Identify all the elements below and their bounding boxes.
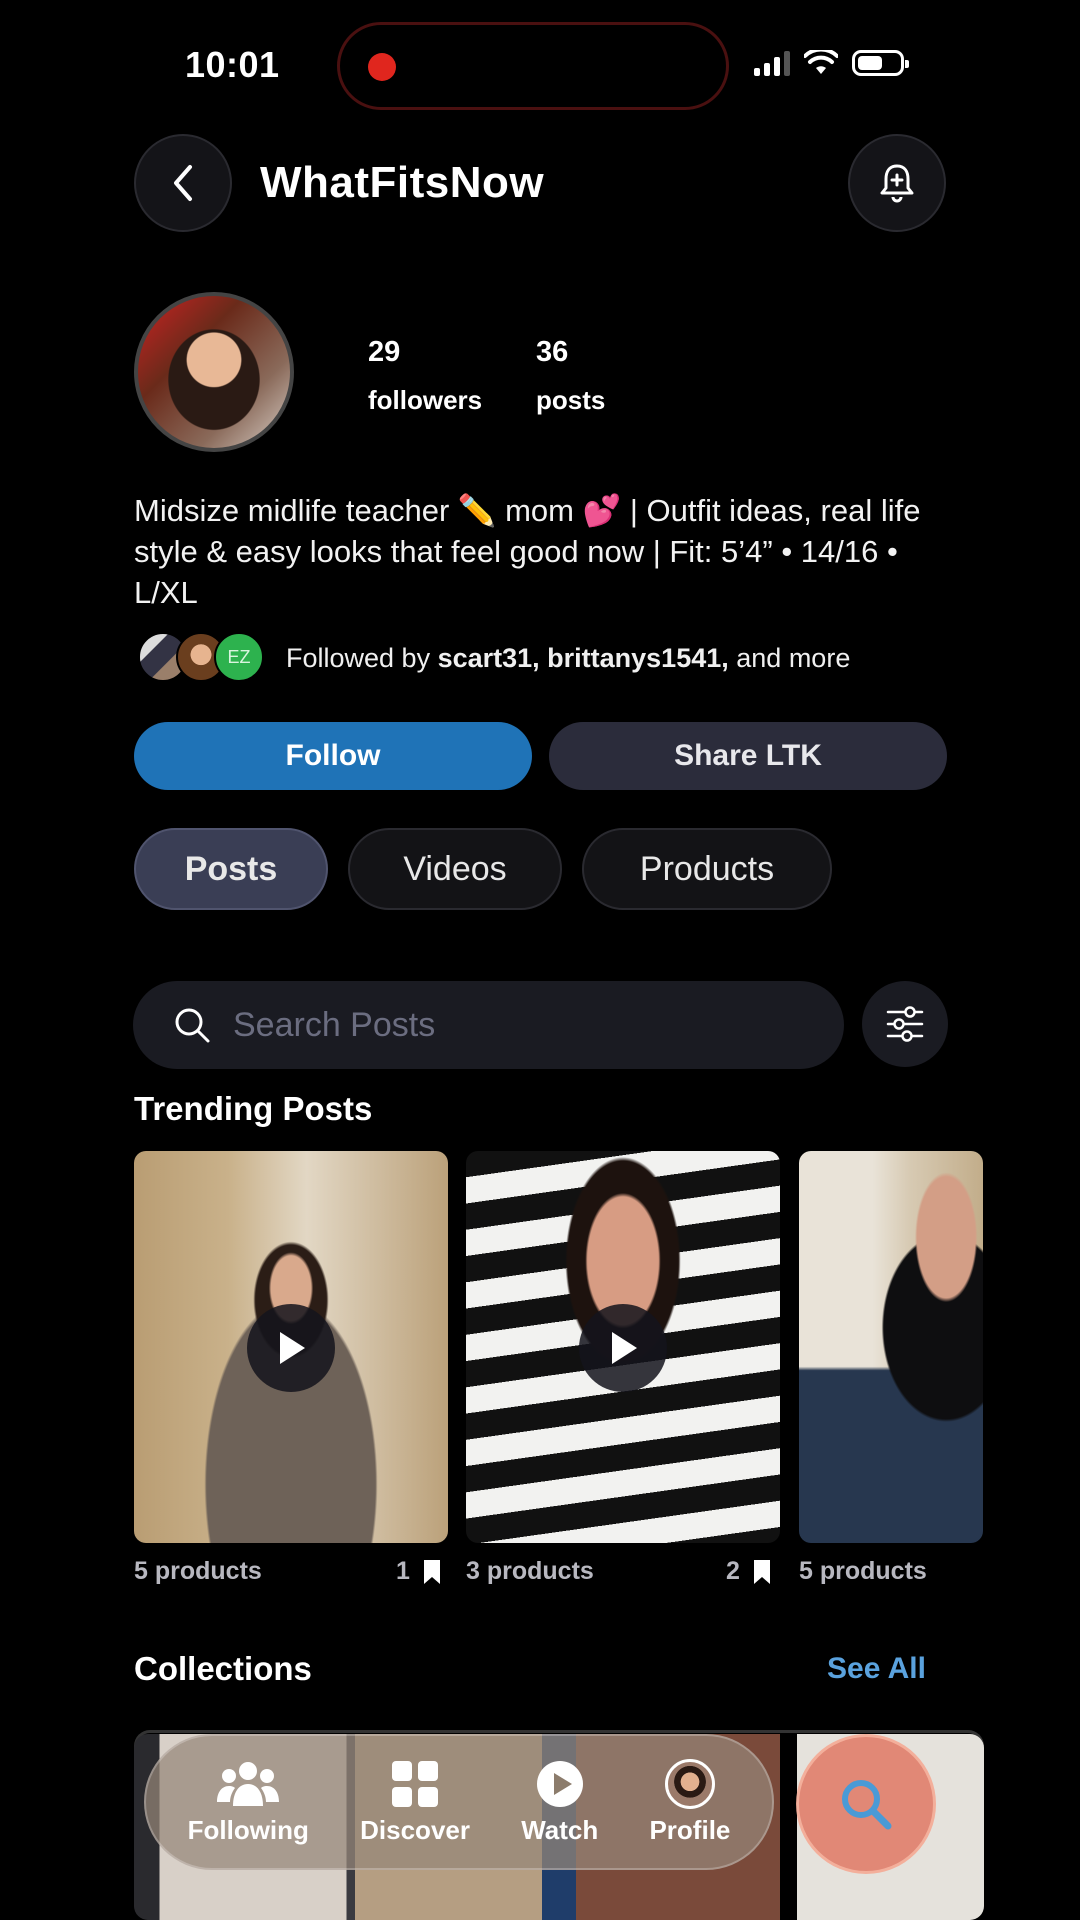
sliders-icon bbox=[886, 1006, 924, 1042]
cellular-signal-icon bbox=[754, 50, 790, 76]
wifi-icon bbox=[804, 50, 838, 74]
followers-count: 29 bbox=[368, 336, 401, 368]
play-icon bbox=[612, 1332, 637, 1364]
profile-bio: Midsize midlife teacher ✏️ mom 💕 | Outfi… bbox=[134, 493, 921, 610]
search-bar[interactable] bbox=[133, 981, 844, 1069]
follower-avatars: EZ bbox=[138, 632, 266, 684]
trending-post-card[interactable] bbox=[466, 1151, 780, 1543]
followed-by-names: scart31, brittanys1541, bbox=[437, 642, 729, 673]
chevron-left-icon bbox=[174, 165, 192, 201]
play-button[interactable] bbox=[579, 1304, 667, 1392]
tab-products[interactable]: Products bbox=[582, 828, 832, 910]
nav-discover[interactable]: Discover bbox=[360, 1759, 470, 1846]
status-time: 10:01 bbox=[185, 44, 280, 85]
bookmark-icon bbox=[423, 1559, 440, 1584]
dynamic-island bbox=[337, 22, 729, 110]
trending-post-card[interactable] bbox=[799, 1151, 983, 1543]
tab-posts[interactable]: Posts bbox=[134, 828, 328, 910]
bookmark-count: 2 bbox=[726, 1557, 740, 1585]
followed-by-prefix: Followed by bbox=[286, 642, 438, 673]
posts-count: 36 bbox=[536, 336, 569, 368]
search-input[interactable] bbox=[233, 1005, 793, 1045]
followed-by-suffix: and more bbox=[728, 642, 851, 673]
bookmark-count: 1 bbox=[396, 1557, 410, 1585]
search-icon bbox=[175, 1008, 210, 1043]
tab-videos[interactable]: Videos bbox=[348, 828, 562, 910]
follow-button[interactable]: Follow bbox=[134, 722, 532, 790]
trending-post-card[interactable] bbox=[134, 1151, 448, 1543]
collections-title: Collections bbox=[134, 1650, 312, 1687]
post-products-count: 5 products bbox=[134, 1557, 262, 1585]
bottom-nav: Following Discover Watch Profile bbox=[144, 1734, 774, 1870]
followed-by-row[interactable]: EZ Followed by scart31, brittanys1541, a… bbox=[138, 632, 850, 684]
play-circle-icon bbox=[536, 1760, 583, 1807]
bookmark-button[interactable]: 1 bbox=[396, 1557, 442, 1586]
back-button[interactable] bbox=[134, 134, 232, 232]
posts-stat[interactable]: 36 posts bbox=[536, 336, 605, 416]
nav-watch-label: Watch bbox=[521, 1814, 599, 1845]
profile-avatar[interactable] bbox=[134, 292, 294, 452]
followers-label: followers bbox=[368, 385, 483, 415]
page-title: WhatFitsNow bbox=[260, 158, 545, 207]
play-icon bbox=[280, 1332, 305, 1364]
nav-profile-label: Profile bbox=[649, 1814, 731, 1845]
followers-stat[interactable]: 29 followers bbox=[368, 336, 482, 416]
post-products-count: 3 products bbox=[466, 1557, 594, 1585]
avatar bbox=[664, 1758, 715, 1809]
bookmark-button[interactable]: 2 bbox=[726, 1557, 772, 1586]
status-icons bbox=[754, 50, 909, 76]
bookmark-icon bbox=[753, 1559, 770, 1584]
posts-label: posts bbox=[536, 385, 606, 415]
grid-icon bbox=[392, 1760, 439, 1807]
followed-by-text: Followed by scart31, brittanys1541, and … bbox=[286, 643, 850, 674]
avatar: EZ bbox=[214, 632, 264, 682]
recording-dot-icon bbox=[368, 53, 396, 81]
share-ltk-button[interactable]: Share LTK bbox=[549, 722, 947, 790]
post-products-count: 5 products bbox=[799, 1557, 927, 1585]
battery-icon bbox=[852, 50, 909, 76]
notify-button[interactable] bbox=[848, 134, 946, 232]
bell-plus-icon bbox=[880, 164, 914, 203]
nav-watch[interactable]: Watch bbox=[521, 1759, 598, 1846]
search-button[interactable] bbox=[796, 1734, 936, 1874]
trending-posts-title: Trending Posts bbox=[134, 1090, 373, 1127]
nav-profile[interactable]: Profile bbox=[649, 1758, 731, 1846]
see-all-link[interactable]: See All bbox=[827, 1652, 926, 1686]
search-icon bbox=[842, 1780, 892, 1830]
nav-following[interactable]: Following bbox=[188, 1759, 309, 1846]
filter-button[interactable] bbox=[862, 981, 948, 1067]
nav-discover-label: Discover bbox=[360, 1814, 470, 1845]
play-button[interactable] bbox=[247, 1304, 335, 1392]
nav-following-label: Following bbox=[187, 1814, 309, 1845]
people-icon bbox=[217, 1761, 280, 1806]
